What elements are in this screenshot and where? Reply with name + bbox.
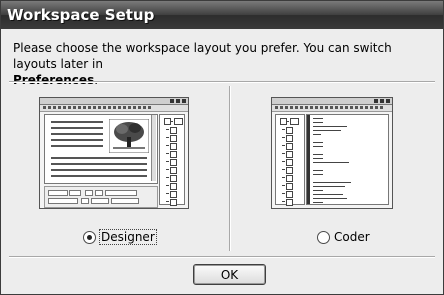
preview-design-canvas	[44, 114, 158, 184]
coder-radio-label[interactable]: Coder	[334, 230, 370, 244]
bottom-divider	[9, 256, 435, 258]
tree-image-icon	[109, 119, 149, 153]
coder-radio-option[interactable]: Coder	[317, 230, 370, 244]
preview-file-tree	[275, 114, 305, 206]
preview-toolbar	[272, 105, 392, 112]
ok-button[interactable]: OK	[193, 264, 266, 285]
window-title: Workspace Setup	[7, 6, 155, 24]
preview-code-gutter	[307, 115, 310, 204]
preview-scrollbar	[151, 115, 156, 181]
designer-layout-preview-icon[interactable]	[39, 97, 189, 209]
preview-code-editor	[306, 114, 389, 205]
middle-divider	[229, 86, 231, 251]
designer-radio-button[interactable]	[83, 230, 96, 244]
coder-radio-button[interactable]	[317, 230, 330, 244]
instruction-period: .	[94, 73, 99, 87]
designer-radio-option[interactable]: Designer	[83, 229, 157, 245]
workspace-setup-dialog: Workspace Setup Please choose the worksp…	[0, 0, 444, 295]
coder-layout-preview-icon[interactable]	[271, 97, 393, 209]
title-bar: Workspace Setup	[1, 1, 443, 29]
preview-titlebar	[40, 98, 188, 105]
preview-titlebar	[272, 98, 392, 105]
preview-properties-panel	[44, 186, 158, 208]
preview-file-tree	[159, 114, 185, 206]
instruction-line: Please choose the workspace layout you p…	[13, 41, 392, 71]
designer-radio-label[interactable]: Designer	[99, 229, 157, 245]
preferences-emphasis: Preferences	[13, 73, 95, 87]
preview-toolbar	[40, 105, 188, 112]
top-divider	[9, 81, 435, 83]
